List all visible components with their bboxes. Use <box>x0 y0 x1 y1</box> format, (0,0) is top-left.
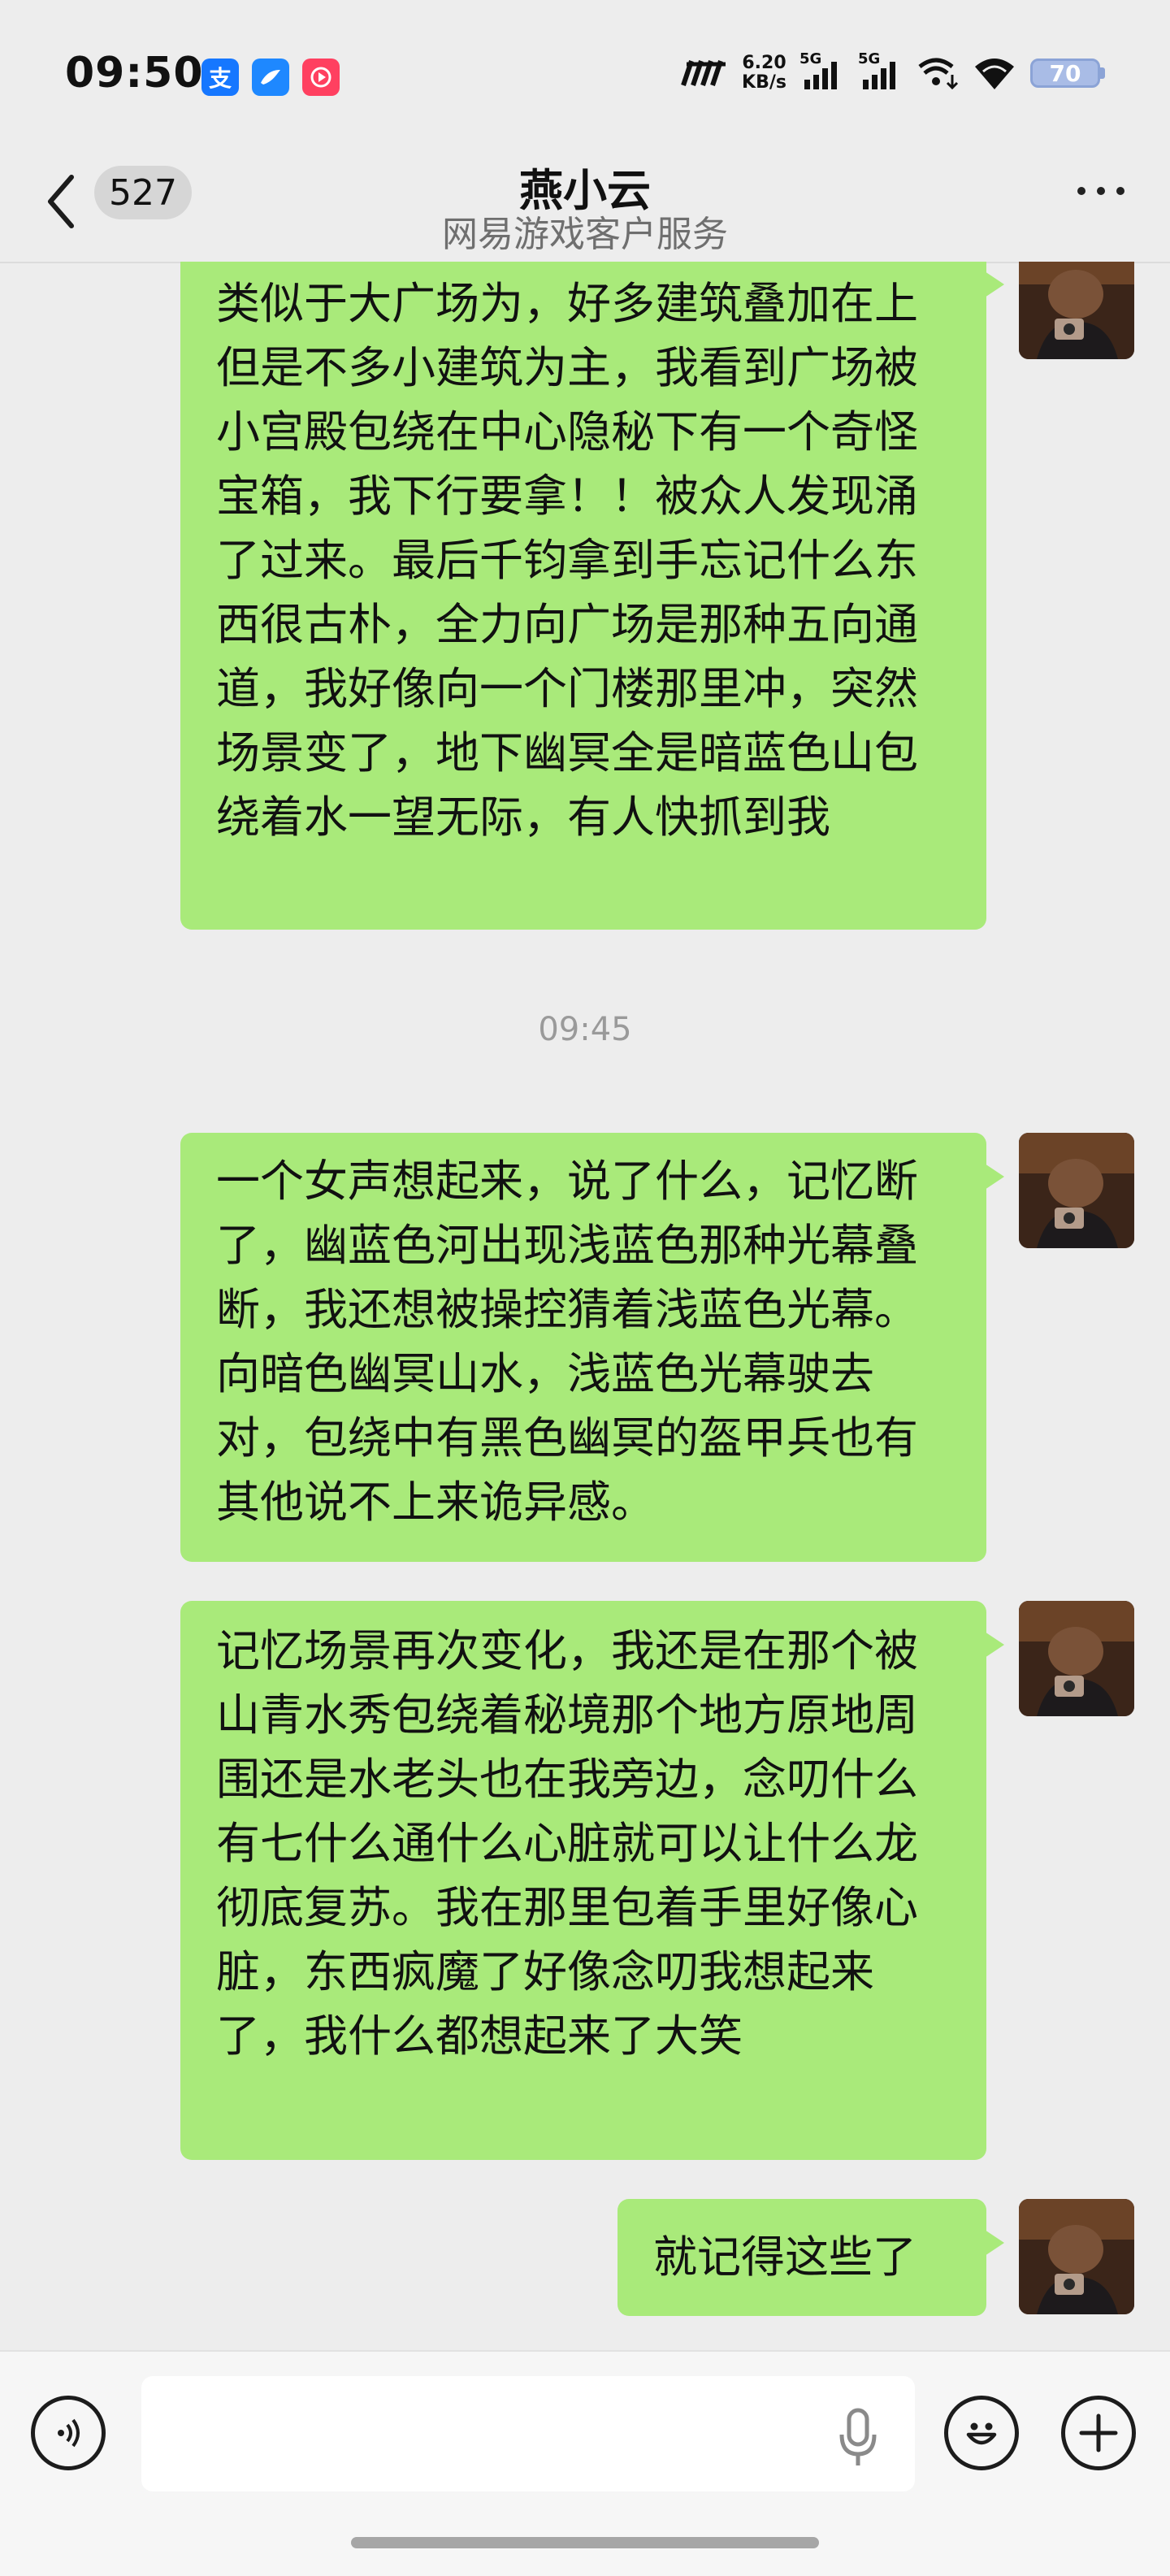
status-time: 09:50 <box>65 49 204 98</box>
add-attachment-button[interactable] <box>1061 2396 1136 2470</box>
message-list[interactable]: 类似于大广场为，好多建筑叠加在上但是不多小建筑为主，我看到广场被小宫殿包绕在中心… <box>0 262 1170 2350</box>
avatar[interactable] <box>1019 1601 1134 1716</box>
wifi-calling-icon <box>918 58 959 90</box>
home-indicator[interactable] <box>351 2537 819 2548</box>
message-bubble[interactable]: 类似于大广场为，好多建筑叠加在上但是不多小建筑为主，我看到广场被小宫殿包绕在中心… <box>180 262 1004 930</box>
bird-app-icon <box>252 59 289 96</box>
notification-app-icons: 支 <box>202 59 340 96</box>
smiley-icon <box>966 2422 997 2445</box>
message-timestamp: 09:45 <box>538 1011 632 1048</box>
more-options-button[interactable] <box>1077 187 1124 195</box>
signal-2-label: 5G <box>858 50 881 67</box>
more-dot-icon <box>1116 187 1124 195</box>
avatar[interactable] <box>1019 2199 1134 2314</box>
message-bubble[interactable]: 一个女声想起来，说了什么，记忆断了，幽蓝色河出现浅蓝色那种光幕叠断，我还想被操控… <box>180 1133 1004 1562</box>
signal-1-label: 5G <box>800 50 822 67</box>
more-dot-icon <box>1077 187 1086 195</box>
voice-wave-icon <box>58 2418 80 2448</box>
voice-mode-button[interactable] <box>31 2396 106 2470</box>
battery-indicator: 70 <box>1030 59 1105 88</box>
message-input[interactable] <box>141 2376 915 2491</box>
signal-5g-2-icon: 5G <box>858 50 904 91</box>
plus-icon <box>1079 2413 1118 2452</box>
message-bubble[interactable]: 就记得这些了 <box>618 2199 1004 2316</box>
alipay-icon: 支 <box>202 59 239 96</box>
network-speed-unit: KB/s <box>742 72 786 93</box>
video-app-icon <box>302 59 340 96</box>
status-bar: 09:50 支 6.20 KB/s 5G 5G 70 <box>0 0 1170 146</box>
avatar[interactable] <box>1019 262 1134 359</box>
battery-cap <box>1100 67 1105 79</box>
system-icons: 6.20 KB/s 5G 5G 70 <box>680 50 1105 93</box>
hd-icon <box>681 60 726 86</box>
network-speed: 6.20 KB/s <box>742 54 786 93</box>
battery-level: 70 <box>1030 59 1100 88</box>
emoji-button[interactable] <box>944 2396 1019 2470</box>
wifi-icon <box>975 59 1014 89</box>
chat-subtitle: 网易游戏客户服务 <box>442 214 728 255</box>
chat-header: 527 燕小云 网易游戏客户服务 <box>0 146 1170 263</box>
microphone-icon[interactable] <box>837 2405 879 2470</box>
more-dot-icon <box>1097 187 1105 195</box>
message-bubble[interactable]: 记忆场景再次变化，我还是在那个被山青水秀包绕着秘境那个地方原地周围还是水老头也在… <box>180 1601 1004 2160</box>
network-speed-value: 6.20 <box>742 53 786 73</box>
avatar[interactable] <box>1019 1133 1134 1248</box>
signal-5g-1-icon: 5G <box>800 50 845 91</box>
